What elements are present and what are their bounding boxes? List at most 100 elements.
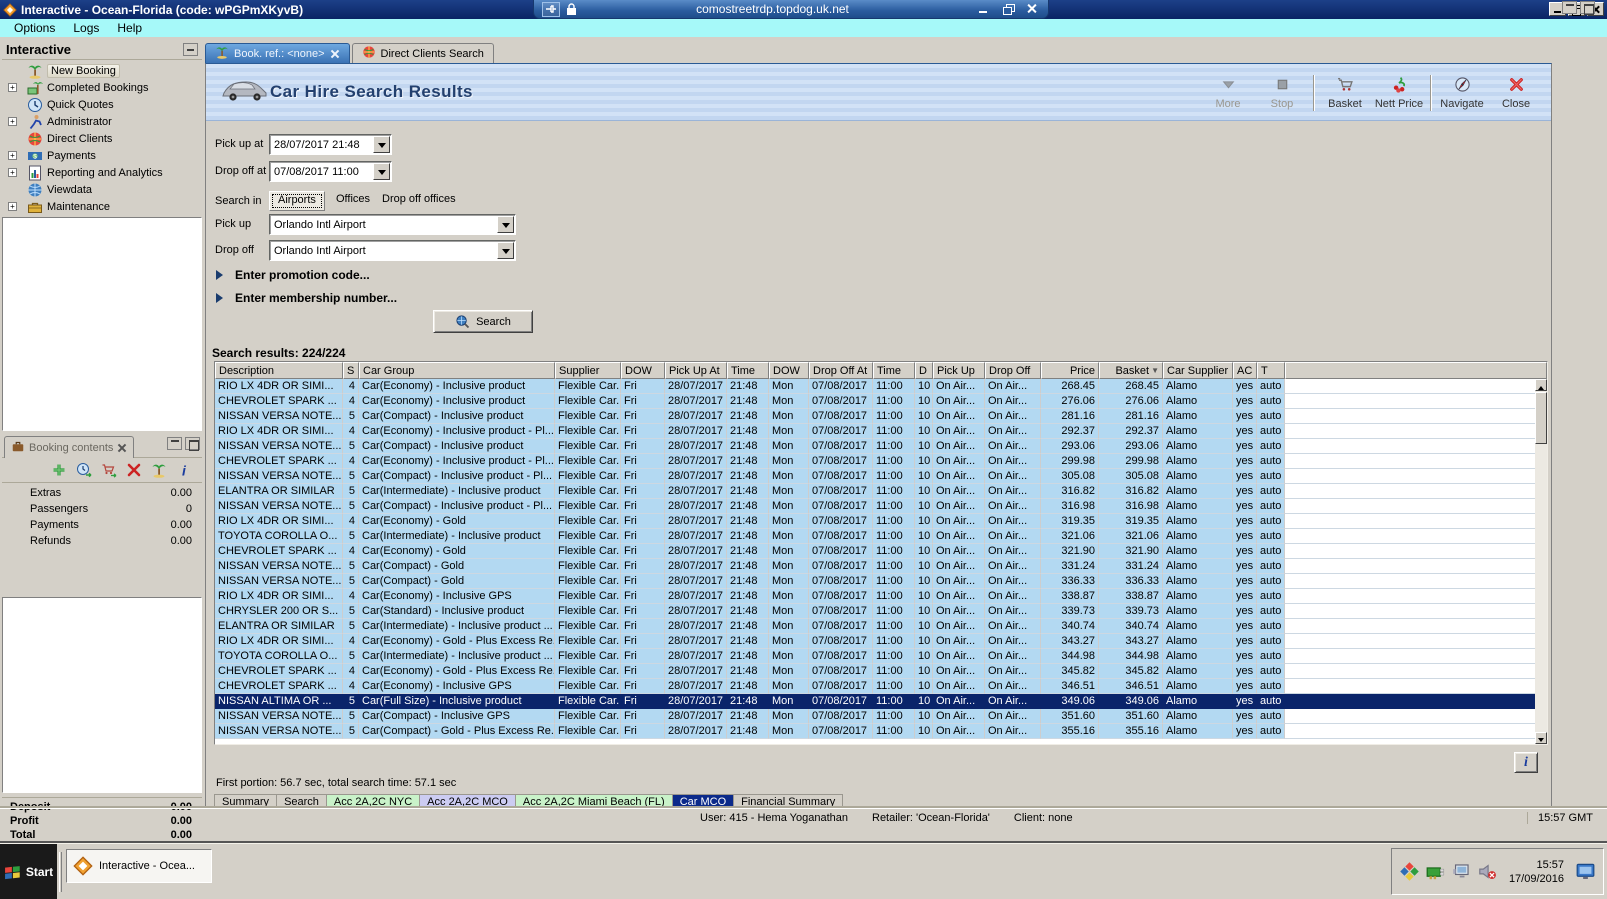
- menu-options[interactable]: Options: [6, 20, 63, 36]
- scroll-down-icon[interactable]: [1535, 732, 1547, 744]
- sidebar-item-quick-quotes[interactable]: Quick Quotes: [2, 96, 202, 113]
- search-in-tab-offices[interactable]: Offices: [328, 191, 378, 211]
- dropoff-combo[interactable]: Orlando Intl Airport: [269, 240, 516, 261]
- table-row[interactable]: RIO LX 4DR OR SIMI...4Car(Economy) - Inc…: [215, 424, 1535, 439]
- sidebar-item-direct-clients[interactable]: Direct Clients: [2, 130, 202, 147]
- table-row[interactable]: NISSAN VERSA NOTE...5Car(Compact) - Gold…: [215, 574, 1535, 589]
- basket-button[interactable]: Basket: [1318, 71, 1372, 115]
- table-row[interactable]: RIO LX 4DR OR SIMI...4Car(Economy) - Gol…: [215, 514, 1535, 529]
- column-header-drop-off[interactable]: Drop Off: [985, 362, 1041, 379]
- column-header-drop-off-at[interactable]: Drop Off At: [809, 362, 873, 379]
- scroll-up-icon[interactable]: [1535, 379, 1547, 391]
- booking-contents-close-icon[interactable]: [117, 443, 127, 453]
- table-row[interactable]: TOYOTA COROLLA O...5Car(Intermediate) - …: [215, 529, 1535, 544]
- column-header-basket[interactable]: Basket▼: [1099, 362, 1163, 379]
- table-row[interactable]: CHRYSLER 200 OR S...5Car(Standard) - Inc…: [215, 604, 1535, 619]
- sidebar-item-payments[interactable]: +$Payments: [2, 147, 202, 164]
- table-row[interactable]: RIO LX 4DR OR SIMI...4Car(Economy) - Gol…: [215, 634, 1535, 649]
- table-row[interactable]: NISSAN VERSA NOTE...5Car(Compact) - Incl…: [215, 469, 1535, 484]
- bottom-tab-acc-2a-2c-nyc[interactable]: Acc 2A,2C NYC: [327, 794, 420, 808]
- column-header-d[interactable]: D: [915, 362, 933, 379]
- table-row[interactable]: NISSAN VERSA NOTE...5Car(Compact) - Incl…: [215, 439, 1535, 454]
- search-button[interactable]: Search: [433, 310, 533, 333]
- table-row[interactable]: NISSAN ALTIMA OR ...5Car(Full Size) - In…: [215, 694, 1535, 709]
- column-header-pick-up-at[interactable]: Pick Up At: [665, 362, 727, 379]
- membership-expander[interactable]: Enter membership number...: [216, 291, 397, 305]
- pin-icon[interactable]: [542, 2, 560, 17]
- column-header-dow-7[interactable]: DOW: [769, 362, 809, 379]
- table-row[interactable]: CHEVROLET SPARK ...4Car(Economy) - Gold …: [215, 664, 1535, 679]
- chevron-down-icon[interactable]: [373, 136, 390, 153]
- search-in-tab-airports[interactable]: Airports: [269, 191, 325, 211]
- expand-plus-icon[interactable]: +: [8, 83, 17, 92]
- info-button[interactable]: i: [1514, 752, 1538, 773]
- navigate-button[interactable]: Navigate: [1435, 71, 1489, 115]
- expand-plus-icon[interactable]: +: [8, 202, 17, 211]
- table-row[interactable]: CHEVROLET SPARK ...4Car(Economy) - GoldF…: [215, 544, 1535, 559]
- table-row[interactable]: NISSAN VERSA NOTE...5Car(Compact) - Incl…: [215, 709, 1535, 724]
- sidebar-item-completed-bookings[interactable]: +Completed Bookings: [2, 79, 202, 96]
- expand-plus-icon[interactable]: +: [8, 168, 17, 177]
- rdp-close-button[interactable]: [1024, 2, 1040, 16]
- sidebar-item-reporting-and-analytics[interactable]: +Reporting and Analytics: [2, 164, 202, 181]
- menu-logs[interactable]: Logs: [65, 20, 107, 36]
- close-button[interactable]: Close: [1489, 71, 1543, 115]
- search-in-tab-dropoff-offices[interactable]: Drop off offices: [374, 191, 464, 211]
- table-row[interactable]: ELANTRA OR SIMILAR5Car(Intermediate) - I…: [215, 619, 1535, 634]
- booking-panel-minimize-button[interactable]: [167, 437, 182, 450]
- pickup-at-field[interactable]: 28/07/2017 21:48: [269, 134, 392, 155]
- column-header-ac[interactable]: AC: [1233, 362, 1257, 379]
- tab-book-ref-none[interactable]: Book. ref.: <none>: [205, 43, 350, 63]
- booking-contents-tab[interactable]: Booking contents: [4, 436, 134, 458]
- menu-help[interactable]: Help: [109, 20, 150, 36]
- taskbar-grip[interactable]: [59, 852, 62, 892]
- sidebar-collapse-button[interactable]: [183, 43, 198, 56]
- show-desktop-icon[interactable]: [1576, 862, 1595, 881]
- chevron-down-icon[interactable]: [497, 242, 514, 259]
- task-button[interactable]: Interactive - Ocea...: [66, 849, 212, 883]
- column-header-car-group[interactable]: Car Group: [359, 362, 555, 379]
- column-header-s[interactable]: S: [343, 362, 359, 379]
- promo-code-expander[interactable]: Enter promotion code...: [216, 268, 370, 282]
- pickup-combo[interactable]: Orlando Intl Airport: [269, 214, 516, 235]
- column-header-time-6[interactable]: Time: [727, 362, 769, 379]
- vertical-scrollbar[interactable]: [1535, 379, 1547, 744]
- table-row[interactable]: CHEVROLET SPARK ...4Car(Economy) - Inclu…: [215, 679, 1535, 694]
- bottom-tab-summary[interactable]: Summary: [214, 794, 277, 808]
- sidebar-item-viewdata[interactable]: Viewdata: [2, 181, 202, 198]
- panel-minimize-button[interactable]: [1562, 1, 1577, 14]
- start-button[interactable]: Start: [0, 844, 57, 899]
- table-row[interactable]: CHEVROLET SPARK ...4Car(Economy) - Inclu…: [215, 454, 1535, 469]
- sidebar-item-new-booking[interactable]: New Booking: [2, 62, 202, 79]
- tab-direct-clients-search[interactable]: Direct Clients Search: [352, 43, 494, 63]
- sidebar-item-administrator[interactable]: +Administrator: [2, 113, 202, 130]
- table-row[interactable]: RIO LX 4DR OR SIMI...4Car(Economy) - Inc…: [215, 589, 1535, 604]
- chevron-down-icon[interactable]: [497, 216, 514, 233]
- table-row[interactable]: TOYOTA COROLLA O...5Car(Intermediate) - …: [215, 649, 1535, 664]
- dropoff-at-field[interactable]: 07/08/2017 11:00: [269, 161, 392, 182]
- bottom-tab-acc-2a-2c-mco[interactable]: Acc 2A,2C MCO: [420, 794, 516, 808]
- table-row[interactable]: RIO LX 4DR OR SIMI...4Car(Economy) - Inc…: [215, 379, 1535, 394]
- table-row[interactable]: NISSAN VERSA NOTE...5Car(Compact) - Incl…: [215, 409, 1535, 424]
- taskbar-clock[interactable]: 15:57 17/09/2016: [1505, 858, 1568, 886]
- rdp-minimize-button[interactable]: [976, 2, 992, 16]
- rdp-restore-button[interactable]: [1000, 2, 1016, 16]
- table-row[interactable]: CHEVROLET SPARK ...4Car(Economy) - Inclu…: [215, 394, 1535, 409]
- column-header-t[interactable]: T: [1257, 362, 1285, 379]
- tab-close-icon[interactable]: [330, 49, 340, 59]
- column-header-car-supplier[interactable]: Car Supplier: [1163, 362, 1233, 379]
- chevron-down-icon[interactable]: [373, 163, 390, 180]
- column-header-supplier[interactable]: Supplier: [555, 362, 621, 379]
- expand-plus-icon[interactable]: +: [8, 117, 17, 126]
- table-row[interactable]: NISSAN VERSA NOTE...5Car(Compact) - Gold…: [215, 724, 1535, 739]
- column-header-description[interactable]: Description: [215, 362, 343, 379]
- panel-restore-button[interactable]: [1580, 1, 1595, 14]
- bottom-tab-financial-summary[interactable]: Financial Summary: [734, 794, 843, 808]
- column-header-dow-4[interactable]: DOW: [621, 362, 665, 379]
- scrollbar-thumb[interactable]: [1535, 392, 1547, 444]
- sidebar-item-maintenance[interactable]: +Maintenance: [2, 198, 202, 215]
- table-row[interactable]: NISSAN VERSA NOTE...5Car(Compact) - Gold…: [215, 559, 1535, 574]
- table-row[interactable]: ELANTRA OR SIMILAR5Car(Intermediate) - I…: [215, 484, 1535, 499]
- table-row[interactable]: NISSAN VERSA NOTE...5Car(Compact) - Incl…: [215, 499, 1535, 514]
- bottom-tab-car-mco[interactable]: Car MCO: [673, 794, 734, 808]
